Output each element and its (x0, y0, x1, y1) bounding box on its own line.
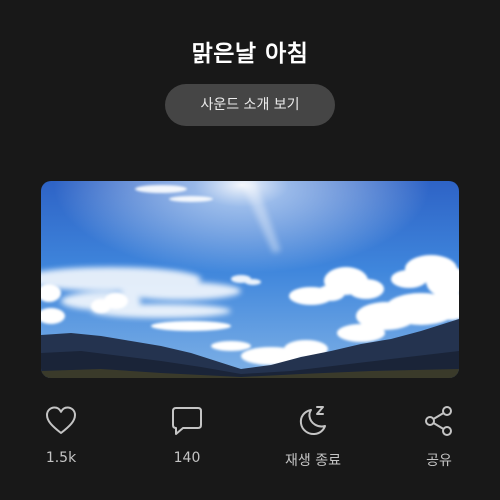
moon-zzz-icon (299, 406, 326, 436)
like-count: 1.5k (45, 450, 77, 466)
sound-title: 맑은날 아침 (191, 41, 309, 67)
like-button[interactable]: 1.5k (16, 404, 106, 466)
share-label: 공유 (426, 453, 452, 469)
sleep-timer-button[interactable]: 재생 종료 (268, 404, 358, 470)
share-button[interactable]: 공유 (394, 404, 484, 470)
sound-intro-button[interactable]: 사운드 소개 보기 (165, 84, 335, 126)
comment-icon (172, 407, 202, 435)
share-icon (425, 406, 452, 436)
sound-detail-screen: 맑은날 아침 사운드 소개 보기 1.5k 140 재생 종료 공유 (0, 0, 500, 500)
heart-icon (46, 406, 76, 434)
sound-cover-image (41, 181, 459, 378)
comment-button[interactable]: 140 (142, 404, 232, 466)
action-bar: 1.5k 140 재생 종료 공유 (0, 404, 500, 474)
sleep-timer-label: 재생 종료 (285, 453, 341, 469)
comment-count: 140 (173, 450, 201, 466)
